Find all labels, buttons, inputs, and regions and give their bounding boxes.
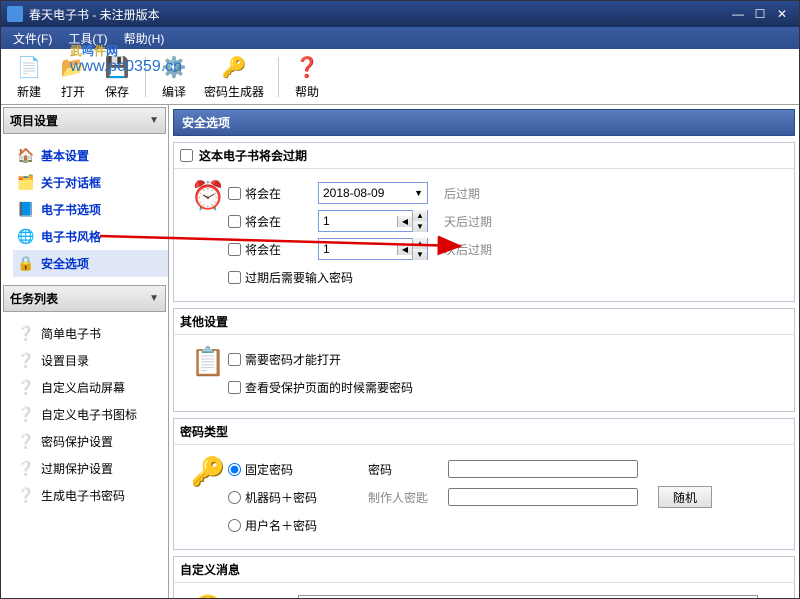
passgen-button[interactable]: 🔑 密码生成器 [196, 49, 272, 104]
book-icon: 📘 [17, 202, 35, 218]
spin-up[interactable]: ▲ [412, 210, 427, 221]
chevron-up-icon: ▼ [149, 115, 159, 126]
coins-icon: 🪙 [188, 591, 228, 598]
expire-days-checkbox[interactable] [228, 215, 241, 228]
pwtype-machine-radio[interactable] [228, 491, 241, 504]
open-button[interactable]: 📂 打开 [51, 49, 95, 104]
help-circle-icon: ❔ [17, 380, 35, 396]
sidebar-item-security[interactable]: 🔒安全选项 [13, 250, 168, 277]
spin-up[interactable]: ▲ [412, 238, 427, 249]
new-button[interactable]: 📄 新建 [7, 49, 51, 104]
task-simple-ebook[interactable]: ❔简单电子书 [13, 320, 168, 347]
help-circle-icon: ❔ [17, 488, 35, 504]
menu-file[interactable]: 文件(F) [5, 28, 60, 49]
dialog-icon: 🗂️ [17, 175, 35, 191]
custom-header: 自定义消息 [174, 557, 794, 583]
help-circle-icon: ❔ [17, 434, 35, 450]
sidebar: 项目设置 ▼ 🏠基本设置 🗂️关于对话框 📘电子书选项 🌐电子书风格 🔒安全选项… [1, 105, 169, 598]
spin-down[interactable]: ▼ [412, 249, 427, 260]
other-header: 其他设置 [174, 309, 794, 335]
toolbar: 📄 新建 📂 打开 💾 保存 ⚙️ 编译 🔑 密码生成器 ❓ 帮助 [1, 49, 799, 105]
maker-key-input[interactable] [448, 488, 638, 506]
globe-icon: 🌐 [17, 229, 35, 245]
pwtype-user-radio[interactable] [228, 519, 241, 532]
expire-times-spinner[interactable]: 1 ◀ ▲▼ [318, 238, 428, 260]
compile-icon: ⚙️ [160, 53, 188, 81]
menu-help[interactable]: 帮助(H) [116, 28, 173, 49]
key-icon: 🔑 [188, 453, 228, 541]
sidebar-item-style[interactable]: 🌐电子书风格 [13, 223, 168, 250]
content-panel: 安全选项 这本电子书将会过期 ⏰ 将会在 2018-08-09 ▼ [169, 105, 799, 598]
separator [145, 57, 146, 97]
custom-group: 自定义消息 🪙 购买信息 购买连接 [173, 556, 795, 598]
project-settings-header[interactable]: 项目设置 ▼ [3, 107, 166, 134]
expire-enable-checkbox[interactable] [180, 149, 193, 162]
help-circle-icon: ❔ [17, 326, 35, 342]
spin-left[interactable]: ◀ [397, 244, 412, 255]
window-title: 春天电子书 - 未注册版本 [29, 6, 727, 23]
task-icon[interactable]: ❔自定义电子书图标 [13, 401, 168, 428]
menu-tools[interactable]: 工具(T) [60, 28, 115, 49]
random-button[interactable]: 随机 [658, 486, 712, 508]
close-button[interactable]: ✕ [771, 7, 793, 21]
expire-header: 这本电子书将会过期 [174, 143, 794, 169]
other-group: 其他设置 📋 需要密码才能打开 查看受保护页面的时候需要密码 [173, 308, 795, 412]
checklist-icon: 📋 [188, 343, 228, 403]
open-icon: 📂 [59, 53, 87, 81]
main-area: 项目设置 ▼ 🏠基本设置 🗂️关于对话框 📘电子书选项 🌐电子书风格 🔒安全选项… [1, 105, 799, 598]
separator [278, 57, 279, 97]
task-list-header[interactable]: 任务列表 ▼ [3, 285, 166, 312]
help-icon: ❓ [293, 53, 321, 81]
panel-title: 安全选项 [173, 109, 795, 136]
password-input[interactable] [448, 460, 638, 478]
sidebar-item-basic[interactable]: 🏠基本设置 [13, 142, 168, 169]
spin-left[interactable]: ◀ [397, 216, 412, 227]
needpw-view-checkbox[interactable] [228, 381, 241, 394]
chevron-up-icon: ▼ [149, 293, 159, 304]
task-expire[interactable]: ❔过期保护设置 [13, 455, 168, 482]
help-circle-icon: ❔ [17, 353, 35, 369]
new-icon: 📄 [15, 53, 43, 81]
maximize-button[interactable]: ☐ [749, 7, 771, 21]
spin-down[interactable]: ▼ [412, 221, 427, 232]
help-button[interactable]: ❓ 帮助 [285, 49, 329, 104]
app-icon [7, 6, 23, 22]
task-list: ❔简单电子书 ❔设置目录 ❔自定义启动屏幕 ❔自定义电子书图标 ❔密码保护设置 … [1, 314, 168, 515]
pwtype-header: 密码类型 [174, 419, 794, 445]
task-set-toc[interactable]: ❔设置目录 [13, 347, 168, 374]
titlebar: 春天电子书 - 未注册版本 — ☐ ✕ [1, 1, 799, 27]
minimize-button[interactable]: — [727, 7, 749, 21]
expire-days-spinner[interactable]: 1 ◀ ▲▼ [318, 210, 428, 232]
dropdown-icon: ▼ [414, 188, 423, 198]
clock-icon: ⏰ [188, 177, 228, 293]
expire-date-field[interactable]: 2018-08-09 ▼ [318, 182, 428, 204]
lock-icon: 🔒 [17, 256, 35, 272]
expire-group: 这本电子书将会过期 ⏰ 将会在 2018-08-09 ▼ 后过期 [173, 142, 795, 302]
save-button[interactable]: 💾 保存 [95, 49, 139, 104]
help-circle-icon: ❔ [17, 407, 35, 423]
menubar: 文件(F) 工具(T) 帮助(H) [1, 27, 799, 49]
password-label: 密码 [368, 461, 448, 478]
task-splash[interactable]: ❔自定义启动屏幕 [13, 374, 168, 401]
pwtype-group: 密码类型 🔑 固定密码 密码 机器码＋密码 制作人密匙 随机 [173, 418, 795, 550]
save-icon: 💾 [103, 53, 131, 81]
sidebar-item-options[interactable]: 📘电子书选项 [13, 196, 168, 223]
expire-needpw-checkbox[interactable] [228, 271, 241, 284]
pwtype-fixed-radio[interactable] [228, 463, 241, 476]
compile-button[interactable]: ⚙️ 编译 [152, 49, 196, 104]
needpw-open-checkbox[interactable] [228, 353, 241, 366]
home-icon: 🏠 [17, 148, 35, 164]
expire-times-checkbox[interactable] [228, 243, 241, 256]
task-password[interactable]: ❔密码保护设置 [13, 428, 168, 455]
sidebar-item-about[interactable]: 🗂️关于对话框 [13, 169, 168, 196]
key-icon: 🔑 [220, 53, 248, 81]
help-circle-icon: ❔ [17, 461, 35, 477]
project-settings-list: 🏠基本设置 🗂️关于对话框 📘电子书选项 🌐电子书风格 🔒安全选项 [1, 136, 168, 283]
key-label: 制作人密匙 [368, 489, 448, 506]
task-genpass[interactable]: ❔生成电子书密码 [13, 482, 168, 509]
expire-date-checkbox[interactable] [228, 187, 241, 200]
buy-info-textarea[interactable] [298, 595, 758, 598]
